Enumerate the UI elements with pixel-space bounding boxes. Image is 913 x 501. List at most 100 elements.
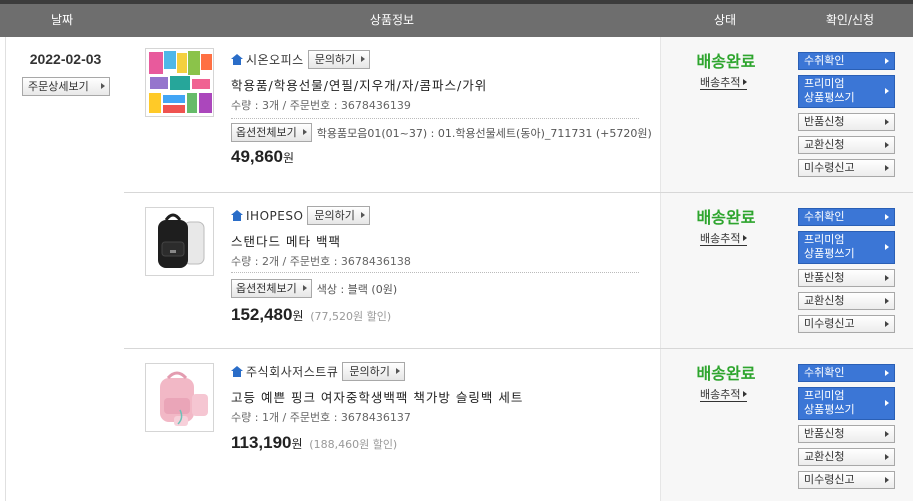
arrow-right-icon	[743, 79, 748, 85]
arrow-right-icon	[885, 369, 889, 376]
price: 113,190원 (188,460원 할인)	[231, 433, 397, 453]
backpack-image	[146, 208, 213, 275]
view-all-options-button[interactable]: 옵션전체보기	[231, 279, 312, 298]
return-request-button[interactable]: 반품신청	[798, 425, 895, 443]
home-icon[interactable]	[231, 210, 243, 221]
arrow-right-icon	[360, 212, 365, 218]
price-value: 152,480	[231, 305, 293, 324]
receive-confirm-button[interactable]: 수취확인	[798, 52, 895, 70]
delivery-status: 배송완료	[696, 364, 756, 383]
premium-review-label-1: 프리미엄	[804, 233, 845, 246]
view-all-options-button[interactable]: 옵션전체보기	[231, 123, 312, 142]
currency: 원	[292, 309, 304, 323]
header-confirm: 확인/신청	[825, 13, 875, 27]
arrow-right-icon	[302, 285, 307, 291]
exchange-request-button[interactable]: 교환신청	[798, 136, 895, 154]
option-text: 학용품모음01(01~37) : 01.학용선물세트(동아)_711731 (+…	[316, 126, 652, 140]
premium-review-button[interactable]: 프리미엄 상품평쓰기	[798, 231, 895, 264]
exchange-request-button[interactable]: 교환신청	[798, 292, 895, 310]
seller-line: 시온오피스 문의하기	[231, 50, 371, 69]
arrow-right-icon	[302, 129, 307, 135]
exchange-request-label: 교환신청	[804, 294, 845, 307]
receive-confirm-button[interactable]: 수취확인	[798, 208, 895, 226]
home-icon[interactable]	[231, 54, 243, 65]
arrow-right-icon	[885, 274, 889, 281]
exchange-request-label: 교환신청	[804, 138, 845, 151]
arrow-right-icon	[885, 88, 889, 94]
option-line: 옵션전체보기 색상 : 블랙 (0원)	[231, 279, 397, 298]
view-all-options-label: 옵션전체보기	[236, 282, 297, 295]
receive-confirm-label: 수취확인	[804, 210, 845, 223]
option-text: 색상 : 블랙 (0원)	[316, 282, 398, 296]
not-received-report-button[interactable]: 미수령신고	[798, 159, 895, 177]
arrow-right-icon	[885, 400, 889, 406]
currency: 원	[283, 151, 295, 165]
inquiry-button[interactable]: 문의하기	[307, 50, 371, 69]
arrow-right-icon	[361, 56, 366, 62]
home-icon[interactable]	[231, 366, 243, 377]
arrow-right-icon	[101, 83, 105, 89]
quantity-order-number: 수량 : 1개 / 주문번호 : 3678436137	[231, 411, 411, 424]
premium-review-label-2: 상품평쓰기	[804, 403, 855, 416]
product-thumbnail[interactable]	[145, 363, 214, 432]
header-product-info: 상품정보	[369, 13, 415, 27]
not-received-report-button[interactable]: 미수령신고	[798, 471, 895, 489]
order-detail-button[interactable]: 주문상세보기	[22, 77, 110, 96]
track-delivery-link[interactable]: 배송추적	[700, 76, 748, 90]
inquiry-label: 문의하기	[314, 53, 356, 66]
price: 49,860원	[231, 147, 294, 167]
track-delivery-label: 배송추적	[700, 388, 741, 401]
pink-backpack-image	[146, 364, 213, 431]
product-name[interactable]: 고등 예쁜 핑크 여자중학생백팩 책가방 슬링백 세트	[231, 387, 523, 406]
table-header: 날짜 상품정보 상태 확인/신청	[0, 0, 913, 37]
arrow-right-icon	[395, 368, 400, 374]
not-received-report-label: 미수령신고	[804, 473, 855, 486]
premium-review-label-1: 프리미엄	[804, 77, 845, 90]
premium-review-label-2: 상품평쓰기	[804, 247, 855, 260]
inquiry-button[interactable]: 문의하기	[342, 362, 405, 381]
order-date-column: 2022-02-03 주문상세보기	[5, 37, 124, 501]
arrow-right-icon	[885, 57, 889, 64]
return-request-label: 반품신청	[804, 427, 845, 440]
arrow-right-icon	[885, 476, 889, 483]
actions-column: 수취확인 프리미엄 상품평쓰기 반품신청 교환신청 미수령신고	[790, 37, 913, 193]
header-status: 상태	[713, 13, 737, 27]
return-request-label: 반품신청	[804, 271, 845, 284]
product-name[interactable]: 스탠다드 메타 백팩	[231, 231, 341, 250]
header-date: 날짜	[50, 13, 74, 27]
return-request-button[interactable]: 반품신청	[798, 113, 895, 131]
price-value: 49,860	[231, 147, 283, 166]
currency: 원	[291, 437, 303, 451]
order-item-row: 주식회사저스트큐 문의하기 고등 예쁜 핑크 여자중학생백팩 책가방 슬링백 세…	[124, 348, 913, 501]
return-request-button[interactable]: 반품신청	[798, 269, 895, 287]
track-delivery-link[interactable]: 배송추적	[700, 232, 748, 246]
track-delivery-link[interactable]: 배송추적	[700, 388, 748, 402]
arrow-right-icon	[885, 244, 889, 250]
not-received-report-label: 미수령신고	[804, 161, 855, 174]
product-thumbnail[interactable]	[145, 48, 214, 117]
receive-confirm-button[interactable]: 수취확인	[798, 364, 895, 382]
status-column: 배송완료 배송추적	[660, 37, 790, 193]
arrow-right-icon	[743, 235, 748, 241]
seller-name[interactable]: 시온오피스	[246, 51, 304, 68]
premium-review-button[interactable]: 프리미엄 상품평쓰기	[798, 387, 895, 420]
seller-line: IHOPESO 문의하기	[231, 206, 370, 225]
seller-name[interactable]: 주식회사저스트큐	[246, 363, 338, 380]
receive-confirm-label: 수취확인	[804, 366, 845, 379]
premium-review-button[interactable]: 프리미엄 상품평쓰기	[798, 75, 895, 108]
track-delivery-label: 배송추적	[700, 76, 741, 89]
inquiry-button[interactable]: 문의하기	[307, 206, 370, 225]
status-column: 배송완료 배송추적	[660, 349, 790, 501]
product-name[interactable]: 학용품/학용선물/연필/지우개/자/콤파스/가위	[231, 75, 487, 94]
order-date: 2022-02-03	[29, 51, 102, 67]
quantity-order-number: 수량 : 3개 / 주문번호 : 3678436139	[231, 99, 411, 112]
receive-confirm-label: 수취확인	[804, 54, 845, 67]
premium-review-label-1: 프리미엄	[804, 389, 845, 402]
product-thumbnail[interactable]	[145, 207, 214, 276]
not-received-report-button[interactable]: 미수령신고	[798, 315, 895, 333]
actions-column: 수취확인 프리미엄 상품평쓰기 반품신청 교환신청 미수령신고	[790, 193, 913, 349]
seller-name[interactable]: IHOPESO	[246, 209, 303, 223]
price: 152,480원 (77,520원 할인)	[231, 305, 391, 325]
delivery-status: 배송완료	[696, 208, 756, 227]
exchange-request-button[interactable]: 교환신청	[798, 448, 895, 466]
